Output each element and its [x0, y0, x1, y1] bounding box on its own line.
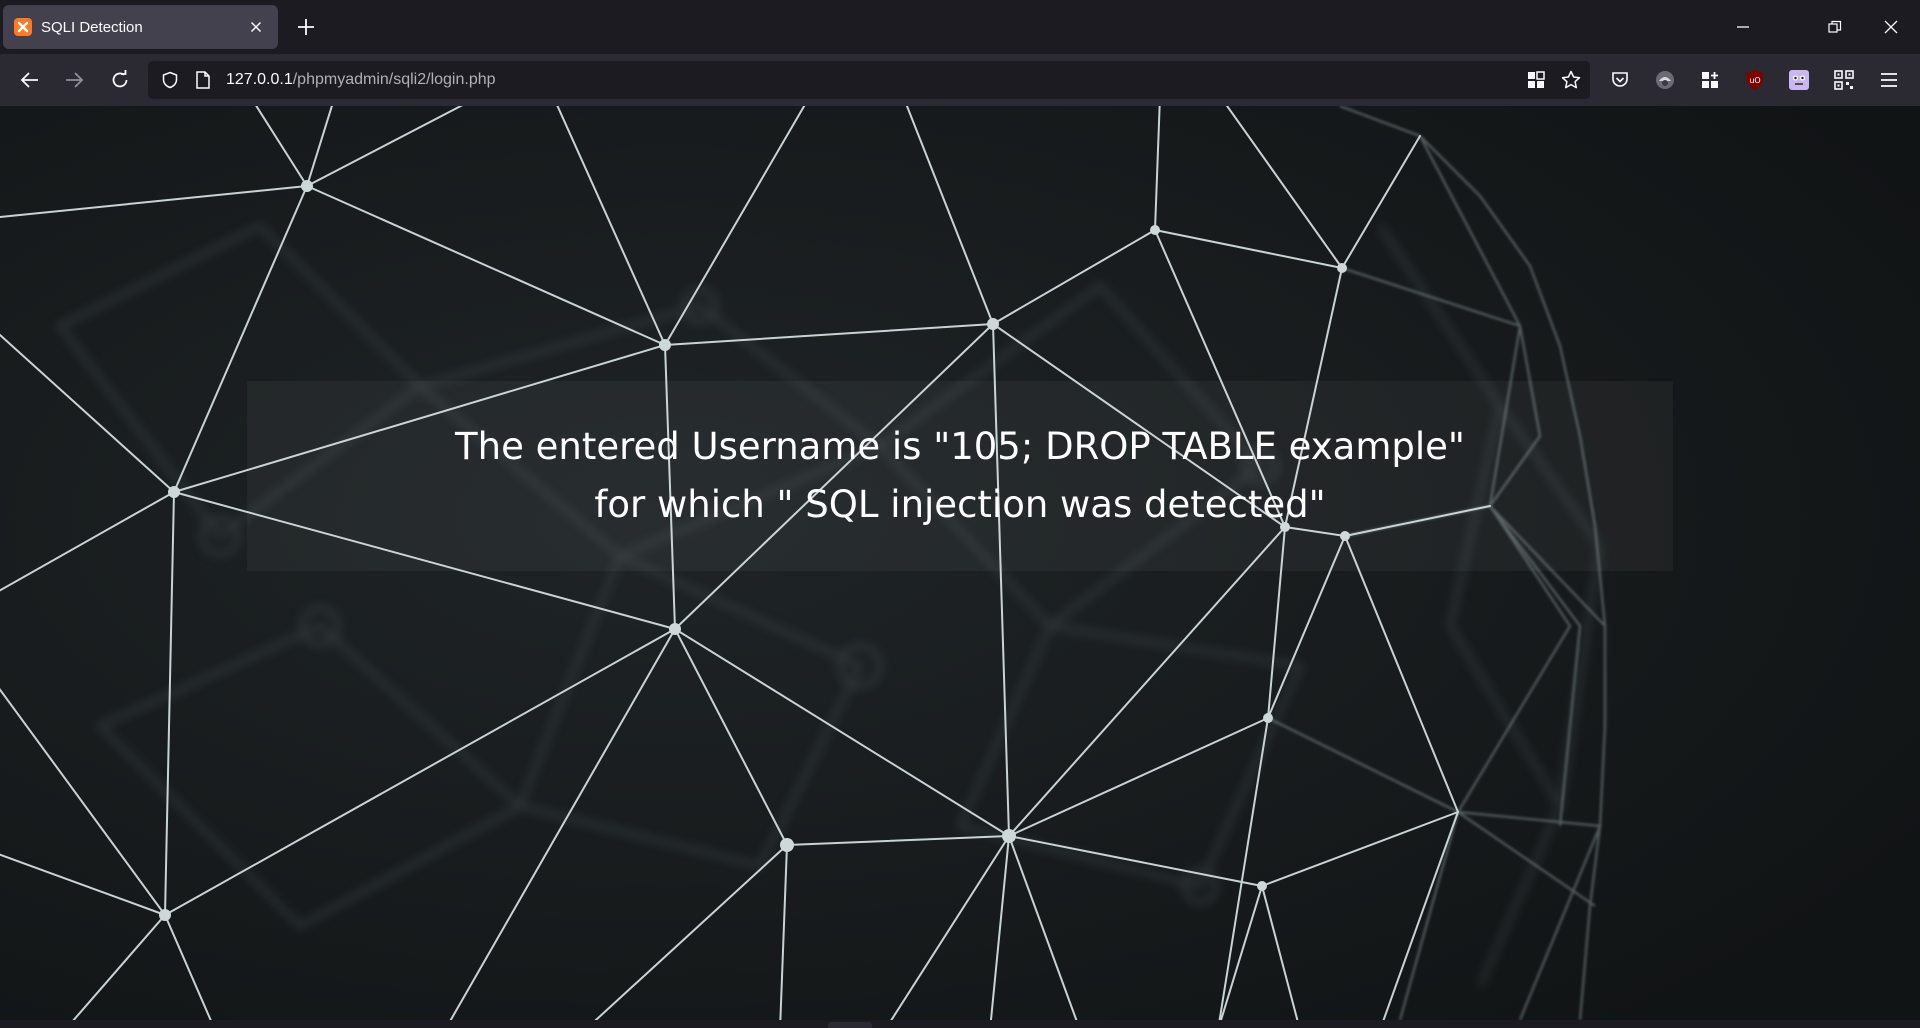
restore-icon[interactable]: [1822, 14, 1848, 40]
page-viewport: The entered Username is "105; DROP TABLE…: [0, 106, 1920, 1020]
detection-message-line-2: for which " SQL injection was detected": [594, 483, 1326, 526]
qr-grid-icon[interactable]: [1522, 66, 1550, 94]
address-bar[interactable]: 127.0.0.1/phpmyadmin/sqli2/login.php: [148, 61, 1590, 99]
scroll-handle: [828, 1022, 872, 1028]
url-text[interactable]: 127.0.0.1/phpmyadmin/sqli2/login.php: [226, 61, 496, 99]
back-icon[interactable]: [16, 66, 44, 94]
bottom-edge: [0, 1020, 1920, 1028]
extension-icon[interactable]: [1651, 66, 1679, 94]
star-icon[interactable]: [1557, 66, 1585, 94]
ublock-icon[interactable]: uO: [1741, 66, 1769, 94]
shield-icon[interactable]: [156, 66, 184, 94]
detection-message-line-1: The entered Username is "105; DROP TABLE…: [455, 425, 1465, 468]
page-info-icon[interactable]: [189, 66, 217, 94]
qr-code-icon[interactable]: [1830, 66, 1858, 94]
forward-icon[interactable]: [60, 66, 88, 94]
pocket-icon[interactable]: [1606, 66, 1634, 94]
tab-sqli-detection[interactable]: SQLI Detection: [3, 5, 278, 49]
menu-icon[interactable]: [1875, 66, 1903, 94]
detection-message-panel: The entered Username is "105; DROP TABLE…: [247, 381, 1673, 571]
close-window-icon[interactable]: [1878, 14, 1904, 40]
close-tab-icon[interactable]: [246, 17, 266, 37]
tab-title: SQLI Detection: [41, 18, 143, 36]
navigation-toolbar: 127.0.0.1/phpmyadmin/sqli2/login.php uO: [0, 54, 1920, 106]
tab-strip: SQLI Detection: [0, 0, 1920, 54]
puzzle-grid-icon[interactable]: [1696, 66, 1724, 94]
minimize-icon[interactable]: [1730, 14, 1756, 40]
url-host: 127.0.0.1: [226, 71, 293, 88]
face-extension-icon[interactable]: [1785, 66, 1813, 94]
new-tab-icon[interactable]: [294, 15, 318, 39]
url-path: /phpmyadmin/sqli2/login.php: [292, 71, 496, 88]
svg-text:uO: uO: [1749, 76, 1760, 85]
xampp-icon: [14, 18, 32, 36]
reload-icon[interactable]: [106, 66, 134, 94]
